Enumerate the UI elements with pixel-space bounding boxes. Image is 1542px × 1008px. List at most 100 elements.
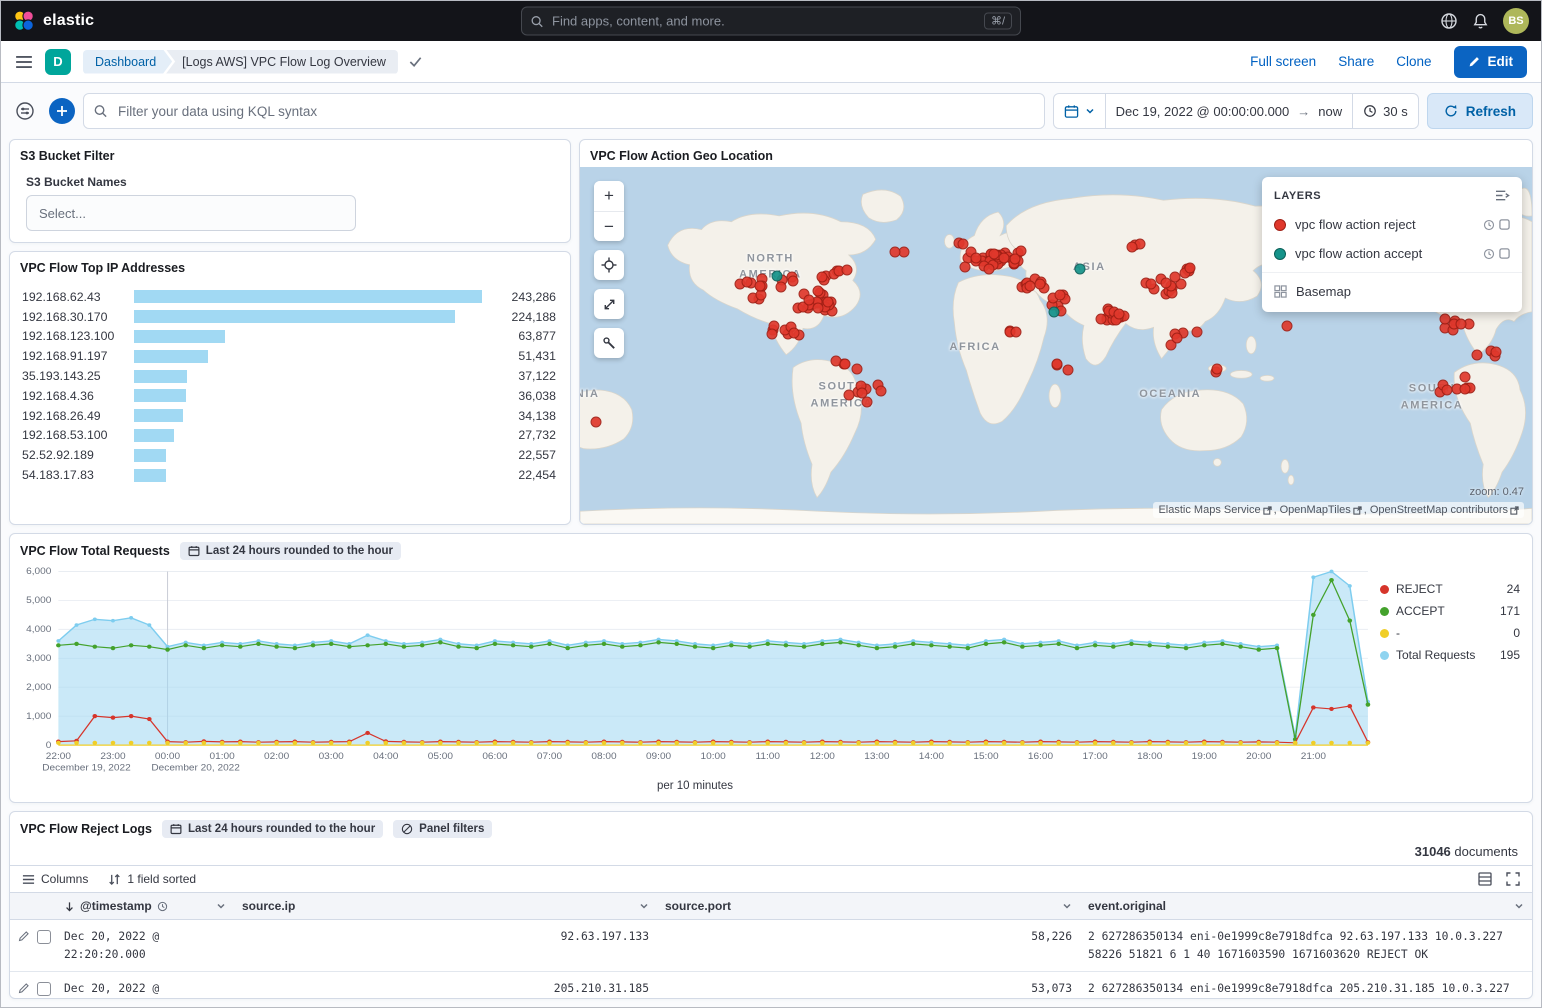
reject-geo-dot[interactable] [788, 276, 799, 287]
map-canvas[interactable]: + − [580, 167, 1532, 524]
help-icon[interactable] [1440, 12, 1458, 30]
reject-geo-dot[interactable] [1459, 384, 1470, 395]
layer-item[interactable]: vpc flow action accept [1262, 239, 1522, 268]
panel-filters-badge[interactable]: Panel filters [393, 820, 492, 838]
reject-geo-dot[interactable] [852, 364, 863, 375]
reject-geo-dot[interactable] [1113, 308, 1124, 319]
reject-geo-dot[interactable] [813, 286, 824, 297]
attribution-link[interactable]: OpenStreetMap contributors [1370, 504, 1519, 516]
column-menu-chevron[interactable] [639, 901, 649, 911]
reject-geo-dot[interactable] [1212, 363, 1223, 374]
reject-geo-dot[interactable] [1035, 279, 1046, 290]
menu-hamburger-icon[interactable] [15, 53, 33, 71]
s3-bucket-select[interactable]: Select... [26, 195, 356, 231]
reject-geo-dot[interactable] [957, 238, 968, 249]
reject-geo-dot[interactable] [1055, 290, 1066, 301]
layer-visibility-checkbox[interactable] [1499, 219, 1510, 230]
ip-bar[interactable] [134, 370, 187, 383]
time-badge[interactable]: Last 24 hours rounded to the hour [162, 820, 383, 838]
column-menu-chevron[interactable] [216, 901, 226, 911]
layer-settings-icon[interactable] [1483, 219, 1495, 231]
reject-geo-dot[interactable] [742, 277, 753, 288]
reject-geo-dot[interactable] [1062, 365, 1073, 376]
ip-bar[interactable] [134, 429, 174, 442]
row-checkbox[interactable] [37, 982, 51, 996]
fullscreen-icon[interactable] [1506, 872, 1520, 886]
expand-row-pencil-icon[interactable] [18, 930, 30, 942]
reject-geo-dot[interactable] [843, 389, 854, 400]
legend-item[interactable]: ACCEPT171 [1380, 604, 1520, 618]
column-menu-chevron[interactable] [1062, 901, 1072, 911]
column-header-sourceport[interactable]: source.port [657, 893, 1080, 919]
date-picker-button[interactable] [1054, 94, 1105, 128]
edit-button[interactable]: Edit [1454, 46, 1528, 78]
reject-geo-dot[interactable] [1282, 321, 1293, 332]
expand-map-button[interactable] [594, 289, 624, 319]
reject-geo-dot[interactable] [1172, 332, 1183, 343]
filter-controls-button[interactable] [9, 95, 41, 127]
elastic-brand[interactable]: elastic [13, 10, 94, 32]
legend-item[interactable]: -0 [1380, 626, 1520, 640]
space-badge[interactable]: D [45, 49, 71, 75]
reject-geo-dot[interactable] [839, 359, 850, 370]
layer-item[interactable]: vpc flow action reject [1262, 210, 1522, 239]
reject-geo-dot[interactable] [1191, 327, 1202, 338]
kql-input[interactable] [83, 93, 1045, 129]
layer-settings-icon[interactable] [1483, 248, 1495, 260]
reject-geo-dot[interactable] [1127, 241, 1138, 252]
nav-link-full-screen[interactable]: Full screen [1250, 54, 1316, 69]
reject-geo-dot[interactable] [1011, 327, 1022, 338]
time-badge[interactable]: Last 24 hours rounded to the hour [180, 542, 401, 560]
alerts-bell-icon[interactable] [1472, 13, 1489, 30]
sort-fields-button[interactable]: 1 field sorted [108, 872, 196, 886]
row-checkbox[interactable] [37, 930, 51, 944]
reject-geo-dot[interactable] [984, 263, 995, 274]
reject-geo-dot[interactable] [775, 282, 786, 293]
reject-geo-dot[interactable] [1491, 346, 1502, 357]
ip-bar[interactable] [134, 350, 208, 363]
ip-bar[interactable] [134, 330, 225, 343]
reject-geo-dot[interactable] [1184, 263, 1195, 274]
reject-geo-dot[interactable] [1051, 358, 1062, 369]
accept-geo-dot[interactable] [1049, 306, 1060, 317]
reject-geo-dot[interactable] [1095, 313, 1106, 324]
avatar[interactable]: BS [1503, 8, 1529, 34]
nav-link-clone[interactable]: Clone [1396, 54, 1431, 69]
reject-geo-dot[interactable] [1441, 384, 1452, 395]
grid-density-icon[interactable] [1478, 872, 1492, 886]
reject-geo-dot[interactable] [767, 329, 778, 340]
reject-geo-dot[interactable] [754, 280, 765, 291]
reject-geo-dot[interactable] [890, 246, 901, 257]
time-range-display[interactable]: Dec 19, 2022 @ 00:00:00.000 → now [1105, 94, 1353, 128]
reject-geo-dot[interactable] [804, 295, 815, 306]
ip-bar[interactable] [134, 389, 186, 402]
add-filter-button[interactable] [49, 98, 75, 124]
column-header-eventoriginal[interactable]: event.original [1080, 893, 1532, 919]
reject-geo-dot[interactable] [856, 388, 867, 399]
global-search-input[interactable] [552, 14, 976, 29]
fit-bounds-button[interactable] [594, 250, 624, 280]
accept-geo-dot[interactable] [1074, 263, 1085, 274]
reject-geo-dot[interactable] [789, 328, 800, 339]
reject-geo-dot[interactable] [960, 262, 971, 273]
layer-basemap[interactable]: Basemap [1262, 277, 1522, 306]
attribution-link[interactable]: OpenMapTiles , [1280, 504, 1367, 516]
reject-geo-dot[interactable] [988, 248, 999, 259]
reject-geo-dot[interactable] [1456, 319, 1467, 330]
ip-bar[interactable] [134, 449, 166, 462]
reject-geo-dot[interactable] [1160, 277, 1171, 288]
reject-geo-dot[interactable] [822, 296, 833, 307]
zoom-in-button[interactable]: + [594, 181, 624, 211]
requests-time-series-chart[interactable]: 01,0002,0003,0004,0005,0006,00022:0023:0… [14, 566, 1376, 778]
breadcrumb-dashboard[interactable]: Dashboard [83, 50, 172, 74]
attribution-link[interactable]: Elastic Maps Service , [1158, 504, 1276, 516]
reject-geo-dot[interactable] [1472, 350, 1483, 361]
reject-geo-dot[interactable] [756, 290, 767, 301]
map-tools-button[interactable] [594, 328, 624, 358]
reject-geo-dot[interactable] [875, 386, 886, 397]
refresh-button[interactable]: Refresh [1427, 93, 1533, 129]
legend-item[interactable]: REJECT24 [1380, 582, 1520, 596]
ip-bar[interactable] [134, 409, 183, 422]
columns-button[interactable]: Columns [22, 872, 88, 886]
column-menu-chevron[interactable] [1514, 901, 1524, 911]
